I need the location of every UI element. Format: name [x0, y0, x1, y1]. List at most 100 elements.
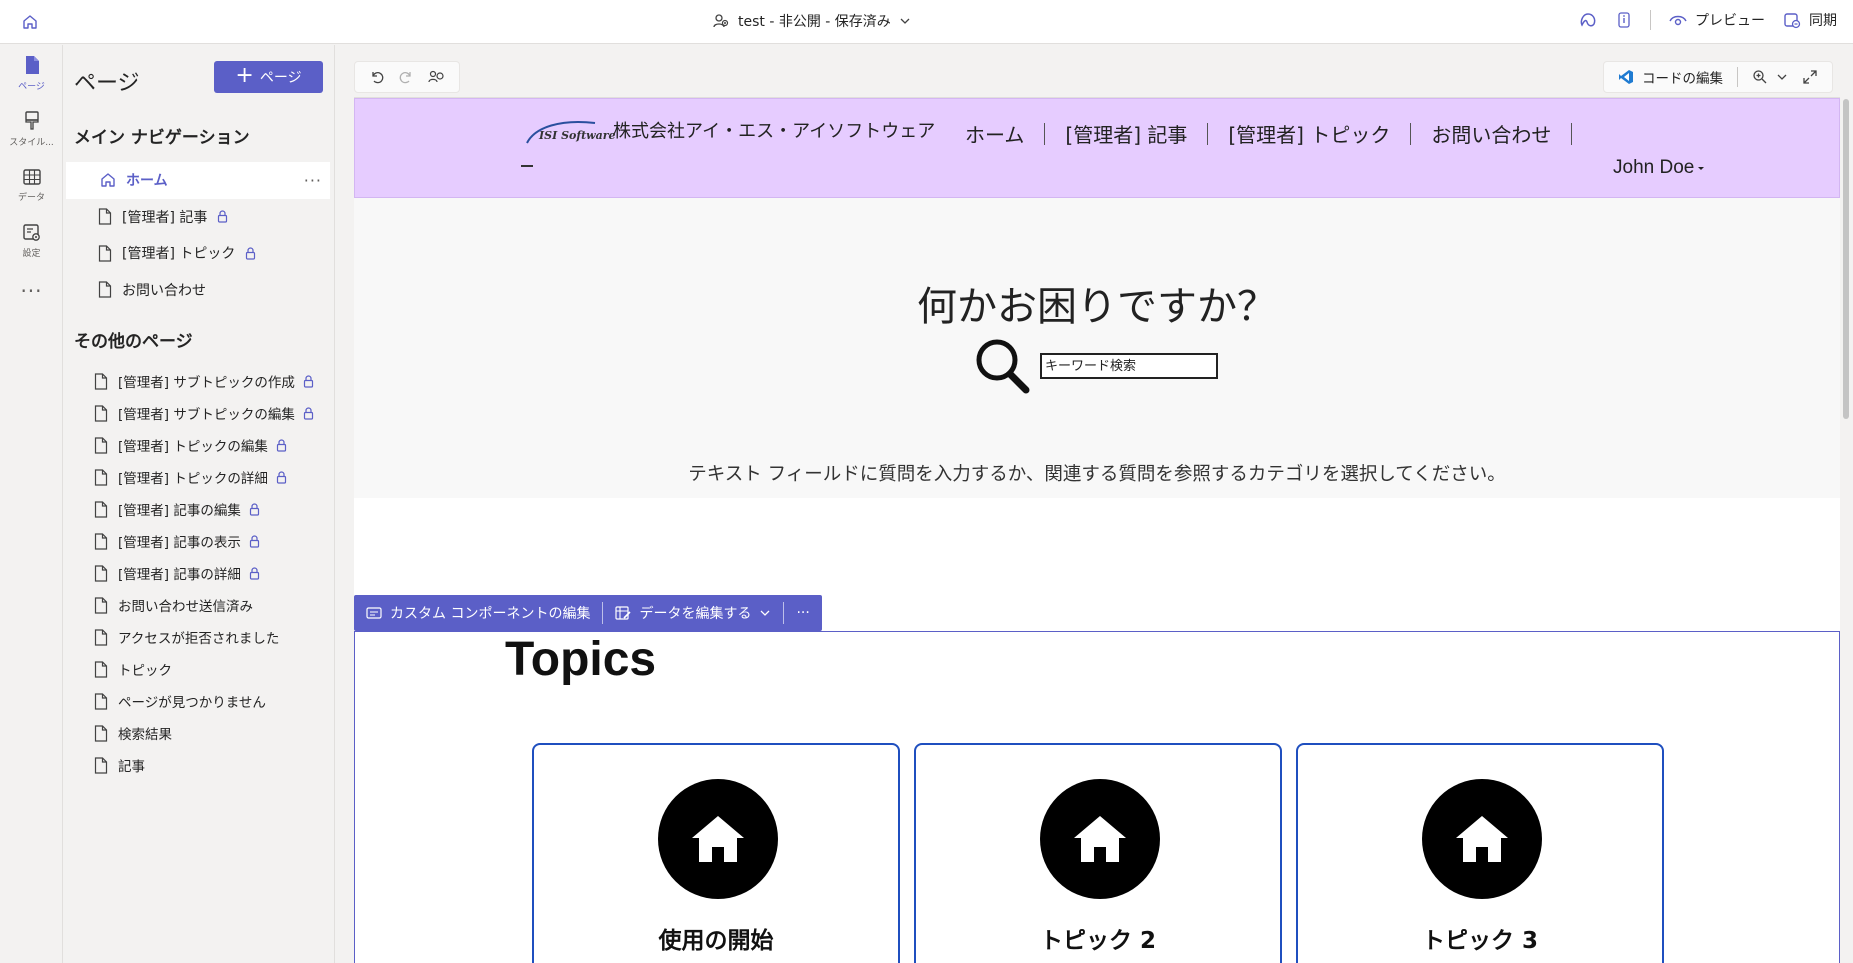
top-bar: test - 非公開 - 保存済み プレビュー 同期 — [0, 0, 1853, 44]
nav-item-label: [管理者] 記事 — [122, 209, 208, 226]
left-rail: ページ スタイル... データ 設定 ... — [0, 45, 63, 963]
sync-label: 同期 — [1809, 13, 1837, 29]
lock-icon — [217, 210, 228, 223]
other-page-item[interactable]: [管理者] 記事の詳細 — [66, 557, 330, 589]
other-page-label: トピック — [118, 663, 172, 679]
copilot-button[interactable] — [1578, 11, 1598, 29]
other-page-item[interactable]: 検索結果 — [66, 717, 330, 749]
rail-label: データ — [17, 193, 45, 203]
caret-down-icon — [1696, 163, 1706, 173]
nav-item-contact[interactable]: お問い合わせ — [66, 272, 330, 309]
logo-text: ISI Software — [539, 129, 616, 142]
edit-custom-component-button[interactable]: カスタム コンポーネントの編集 — [354, 595, 602, 631]
edit-data-button[interactable]: データを編集する — [603, 595, 783, 631]
other-page-item[interactable]: トピック — [66, 653, 330, 685]
site-nav-admin-articles[interactable]: [管理者] 記事 — [1045, 119, 1207, 148]
other-page-label: [管理者] 記事の編集 — [118, 503, 241, 519]
other-page-item[interactable]: ページが見つかりません — [66, 685, 330, 717]
home-button[interactable] — [18, 11, 42, 33]
other-page-item[interactable]: お問い合わせ送信済み — [66, 589, 330, 621]
other-page-item[interactable]: 記事 — [66, 749, 330, 781]
search-row — [974, 338, 1218, 394]
other-page-item[interactable]: [管理者] サブトピックの作成 — [66, 365, 330, 397]
plus-icon: + — [235, 63, 254, 88]
user-menu[interactable]: John Doe — [1613, 157, 1706, 179]
fullscreen-button[interactable] — [1802, 69, 1818, 85]
share-button[interactable] — [427, 69, 445, 85]
rail-label: 設定 — [22, 249, 41, 259]
topic-circle — [1422, 779, 1542, 899]
main-nav-list: ホーム ··· [管理者] 記事 [管理者] トピック お問い合わせ — [66, 162, 330, 308]
eye-icon — [1669, 13, 1687, 27]
nav-item-admin-articles[interactable]: [管理者] 記事 — [66, 199, 330, 236]
preview-button[interactable]: プレビュー — [1669, 10, 1765, 30]
other-page-label: [管理者] トピックの詳細 — [118, 471, 268, 487]
nav-item-label: ホーム — [126, 173, 168, 190]
undo-button[interactable] — [369, 69, 385, 85]
other-page-label: ページが見つかりません — [118, 695, 266, 711]
search-input[interactable] — [1040, 353, 1218, 379]
component-icon — [366, 606, 382, 620]
user-name: John Doe — [1613, 157, 1695, 178]
people-link-icon — [427, 69, 445, 85]
rail-item-pages[interactable]: ページ — [0, 45, 63, 101]
lock-icon — [249, 534, 260, 548]
page-icon — [94, 500, 108, 518]
page-icon — [98, 281, 112, 298]
other-page-item[interactable]: [管理者] トピックの編集 — [66, 429, 330, 461]
other-page-item[interactable]: アクセスが拒否されました — [66, 621, 330, 653]
sync-button[interactable]: 同期 — [1783, 10, 1837, 30]
site-nav-admin-topics[interactable]: [管理者] トピック — [1208, 119, 1410, 148]
canvas-scrollbar[interactable] — [1843, 99, 1849, 419]
site-nav-home[interactable]: ホーム — [965, 119, 1044, 148]
search-icon[interactable] — [974, 338, 1032, 394]
other-page-label: [管理者] サブトピックの編集 — [118, 407, 295, 423]
vscode-icon — [1618, 69, 1634, 85]
topic-card[interactable]: 使用の開始 — [532, 743, 900, 963]
home-icon — [100, 172, 116, 188]
page-icon — [94, 596, 108, 614]
lock-icon — [249, 502, 260, 516]
people-icon — [712, 12, 730, 30]
redo-button[interactable] — [398, 69, 414, 85]
more-options-icon: ··· — [796, 605, 810, 621]
zoom-button[interactable] — [1752, 69, 1788, 85]
page-icon — [22, 54, 42, 76]
settings-icon — [22, 223, 42, 243]
site-logo[interactable]: ISI Software 株式会社アイ・エス・アイソフトウェア — [521, 117, 935, 167]
page-icon — [94, 372, 108, 390]
rail-more-button[interactable]: ... — [0, 269, 63, 297]
hero-description: テキスト フィールドに質問を入力するか、関連する質問を参照するカテゴリを選択して… — [688, 464, 1506, 485]
lock-icon — [276, 470, 287, 484]
edit-code-button[interactable]: コードの編集 — [1618, 67, 1723, 87]
more-options-icon[interactable]: ··· — [304, 171, 322, 190]
nav-item-admin-topics[interactable]: [管理者] トピック — [66, 235, 330, 272]
expand-icon — [1802, 69, 1818, 85]
page-icon — [94, 692, 108, 710]
other-page-item[interactable]: [管理者] 記事の編集 — [66, 493, 330, 525]
rail-item-data[interactable]: データ — [0, 157, 63, 213]
info-button[interactable] — [1616, 11, 1632, 29]
other-page-item[interactable]: [管理者] 記事の表示 — [66, 525, 330, 557]
page-icon — [94, 532, 108, 550]
topic-card[interactable]: トピック 3 — [1296, 743, 1664, 963]
topic-card[interactable]: トピック 2 — [914, 743, 1282, 963]
zoom-in-icon — [1752, 69, 1768, 85]
add-page-button[interactable]: + ページ — [214, 61, 323, 93]
other-page-item[interactable]: [管理者] サブトピックの編集 — [66, 397, 330, 429]
component-toolbar: カスタム コンポーネントの編集 データを編集する ··· — [354, 595, 822, 631]
more-options-button[interactable]: ··· — [784, 595, 821, 631]
copilot-icon — [1578, 11, 1598, 29]
site-nav: ホーム [管理者] 記事 [管理者] トピック お問い合わせ — [965, 119, 1573, 148]
rail-item-styles[interactable]: スタイル... — [0, 101, 63, 157]
nav-item-home[interactable]: ホーム ··· — [66, 162, 330, 199]
rail-item-settings[interactable]: 設定 — [0, 213, 63, 269]
nav-separator — [1571, 122, 1573, 145]
site-title-menu[interactable]: test - 非公開 - 保存済み — [712, 11, 911, 31]
site-nav-contact[interactable]: お問い合わせ — [1411, 119, 1571, 148]
other-page-item[interactable]: [管理者] トピックの詳細 — [66, 461, 330, 493]
other-page-label: [管理者] 記事の表示 — [118, 535, 241, 551]
view-toolbar: コードの編集 — [1603, 61, 1833, 93]
table-icon — [22, 167, 42, 187]
lock-icon — [303, 406, 314, 420]
